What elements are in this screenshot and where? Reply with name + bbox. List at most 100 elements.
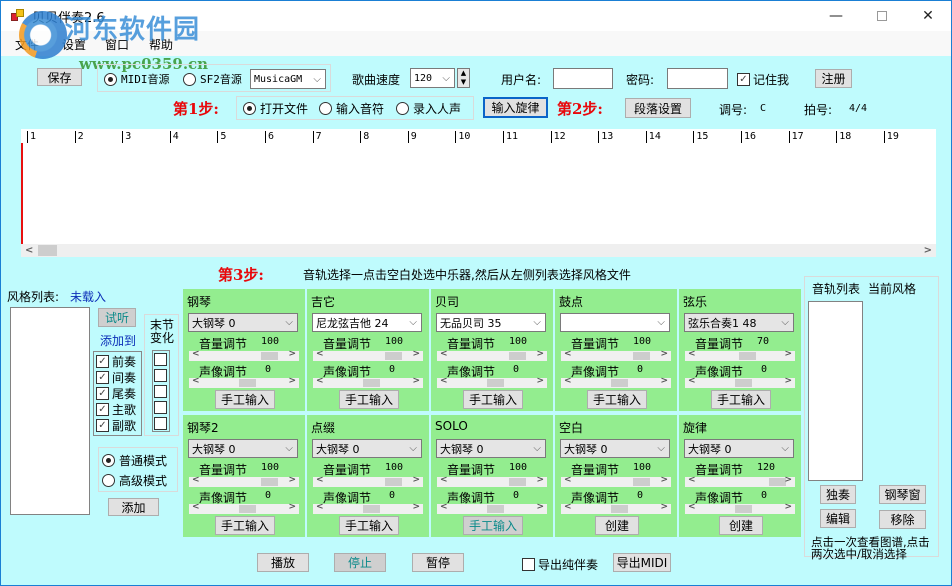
slider-thumb[interactable] xyxy=(738,352,756,360)
volume-slider[interactable]: < > xyxy=(685,475,795,487)
pan-slider[interactable]: < > xyxy=(685,502,795,514)
volume-slider[interactable]: < > xyxy=(437,349,547,361)
playhead-cursor[interactable] xyxy=(21,143,23,244)
remember-me-checkbox[interactable]: ✓ 记住我 xyxy=(737,71,789,88)
scroll-right-icon[interactable]: > xyxy=(412,475,420,485)
scroll-left-icon[interactable]: < xyxy=(440,376,448,386)
slider-thumb[interactable] xyxy=(632,478,650,486)
track-panel[interactable]: 钢琴2 大钢琴 0 ⌵ 音量调节 100 < > 声像调节 0 < > 手工输入 xyxy=(183,415,305,537)
volume-slider[interactable]: < > xyxy=(437,475,547,487)
volume-slider[interactable]: < > xyxy=(561,475,671,487)
pan-slider[interactable]: < > xyxy=(313,502,423,514)
track-panel[interactable]: SOLO 大钢琴 0 ⌵ 音量调节 100 < > 声像调节 0 < > 手工输入 xyxy=(431,415,553,537)
volume-slider[interactable]: < > xyxy=(189,349,299,361)
tempo-spinner[interactable]: ▲ ▼ xyxy=(457,68,470,88)
manual-input-button[interactable]: 手工输入 xyxy=(215,390,275,409)
export-midi-button[interactable]: 导出MIDI xyxy=(613,553,671,572)
style-list[interactable] xyxy=(10,307,90,515)
scroll-left-icon[interactable]: < xyxy=(192,475,200,485)
maximize-button[interactable] xyxy=(859,1,905,31)
slider-thumb[interactable] xyxy=(487,379,504,387)
track-panel[interactable]: 鼓点 ⌵ 音量调节 100 < > 声像调节 0 < > 手工输入 xyxy=(555,289,677,411)
input-melody-button[interactable]: 输入旋律 xyxy=(483,97,548,118)
slider-thumb[interactable] xyxy=(611,379,628,387)
scroll-left-icon[interactable]: < xyxy=(688,475,696,485)
track-panel[interactable]: 吉它 尼龙弦吉他 24 ⌵ 音量调节 100 < > 声像调节 0 < > 手工输入 xyxy=(307,289,429,411)
menu-file[interactable]: 文件 xyxy=(15,36,39,53)
radio-normal-mode[interactable]: 普通模式 xyxy=(102,452,167,469)
instrument-select[interactable]: 大钢琴 0 ⌵ xyxy=(684,439,794,458)
tempo-select[interactable]: 120 ⌵ xyxy=(410,68,455,88)
instrument-select[interactable]: 大钢琴 0 ⌵ xyxy=(560,439,670,458)
close-button[interactable]: ✕ xyxy=(905,1,951,31)
manual-input-button[interactable]: 手工输入 xyxy=(339,516,399,535)
menu-help[interactable]: 帮助 xyxy=(149,36,173,53)
timeline-scrollbar[interactable]: < > xyxy=(21,244,936,257)
slider-thumb[interactable] xyxy=(735,379,752,387)
scroll-right-icon[interactable]: > xyxy=(784,376,792,386)
manual-input-button[interactable]: 手工输入 xyxy=(463,390,523,409)
pan-slider[interactable]: < > xyxy=(313,376,423,388)
play-button[interactable]: 播放 xyxy=(257,553,309,572)
scroll-left-icon[interactable]: < xyxy=(564,475,572,485)
slider-thumb[interactable] xyxy=(611,505,628,513)
slider-thumb[interactable] xyxy=(508,352,526,360)
track-list[interactable] xyxy=(808,301,863,481)
pan-slider[interactable]: < > xyxy=(437,502,547,514)
add-style-button[interactable]: 添加 xyxy=(108,498,159,516)
volume-slider[interactable]: < > xyxy=(313,475,423,487)
volume-slider[interactable]: < > xyxy=(561,349,671,361)
slider-thumb[interactable] xyxy=(260,352,278,360)
timeline-canvas[interactable]: 1 2 3 4 5 6 7 8 9 10 11 12 13 14 15 16 17 18 19 xyxy=(21,129,936,244)
scroll-left-icon[interactable]: < xyxy=(688,349,696,359)
pan-slider[interactable]: < > xyxy=(189,502,299,514)
slider-thumb[interactable] xyxy=(260,478,278,486)
track-panel[interactable]: 钢琴 大钢琴 0 ⌵ 音量调节 100 < > 声像调节 0 < > 手工输入 xyxy=(183,289,305,411)
instrument-select[interactable]: ⌵ xyxy=(560,313,670,332)
stop-button[interactable]: 停止 xyxy=(334,553,386,572)
scroll-left-icon[interactable]: < xyxy=(192,376,200,386)
scroll-right-icon[interactable]: > xyxy=(288,502,296,512)
scroll-left-icon[interactable]: < xyxy=(564,349,572,359)
track-panel[interactable]: 弦乐 弦乐合奏1 48 ⌵ 音量调节 70 < > 声像调节 0 < > 手工输入 xyxy=(679,289,801,411)
volume-slider[interactable]: < > xyxy=(685,349,795,361)
section-checkbox[interactable]: ✓ 间奏 xyxy=(96,369,136,386)
scroll-right-icon[interactable]: > xyxy=(536,502,544,512)
pause-button[interactable]: 暂停 xyxy=(412,553,464,572)
scroll-left-icon[interactable]: < xyxy=(316,349,324,359)
scroll-left-icon[interactable]: < xyxy=(25,244,33,257)
section-checkbox[interactable]: ✓ 副歌 xyxy=(96,417,136,434)
scroll-right-icon[interactable]: > xyxy=(536,475,544,485)
slider-thumb[interactable] xyxy=(508,478,526,486)
slider-thumb[interactable] xyxy=(487,505,504,513)
track-panel[interactable]: 贝司 无品贝司 35 ⌵ 音量调节 100 < > 声像调节 0 < > 手工输入 xyxy=(431,289,553,411)
radio-input-notes[interactable]: 输入音符 xyxy=(319,100,384,117)
create-button[interactable]: 创建 xyxy=(719,516,763,535)
scroll-right-icon[interactable]: > xyxy=(536,349,544,359)
radio-sf2-source[interactable]: SF2音源 xyxy=(183,71,242,87)
slider-thumb[interactable] xyxy=(632,352,650,360)
scroll-right-icon[interactable]: > xyxy=(288,475,296,485)
pan-slider[interactable]: < > xyxy=(561,502,671,514)
track-panel[interactable]: 旋律 大钢琴 0 ⌵ 音量调节 120 < > 声像调节 0 < > 创建 xyxy=(679,415,801,537)
scroll-left-icon[interactable]: < xyxy=(440,349,448,359)
instrument-select[interactable]: 弦乐合奏1 48 ⌵ xyxy=(684,313,794,332)
radio-record-voice[interactable]: 录入人声 xyxy=(396,100,461,117)
remove-button[interactable]: 移除 xyxy=(879,510,926,529)
scroll-left-icon[interactable]: < xyxy=(316,376,324,386)
pan-slider[interactable]: < > xyxy=(189,376,299,388)
radio-advanced-mode[interactable]: 高级模式 xyxy=(102,472,167,489)
scroll-left-icon[interactable]: < xyxy=(192,349,200,359)
instrument-select[interactable]: 无品贝司 35 ⌵ xyxy=(436,313,546,332)
bar-change-checkbox[interactable] xyxy=(154,401,170,414)
scroll-left-icon[interactable]: < xyxy=(688,502,696,512)
scroll-right-icon[interactable]: > xyxy=(660,502,668,512)
scroll-left-icon[interactable]: < xyxy=(440,502,448,512)
manual-input-button[interactable]: 手工输入 xyxy=(463,516,523,535)
bar-change-checkbox[interactable] xyxy=(154,369,170,382)
instrument-select[interactable]: 大钢琴 0 ⌵ xyxy=(188,439,298,458)
scroll-right-icon[interactable]: > xyxy=(288,349,296,359)
menu-settings[interactable]: 设置 xyxy=(62,36,86,53)
manual-input-button[interactable]: 手工输入 xyxy=(339,390,399,409)
radio-midi-source[interactable]: MIDI音源 xyxy=(104,71,170,87)
